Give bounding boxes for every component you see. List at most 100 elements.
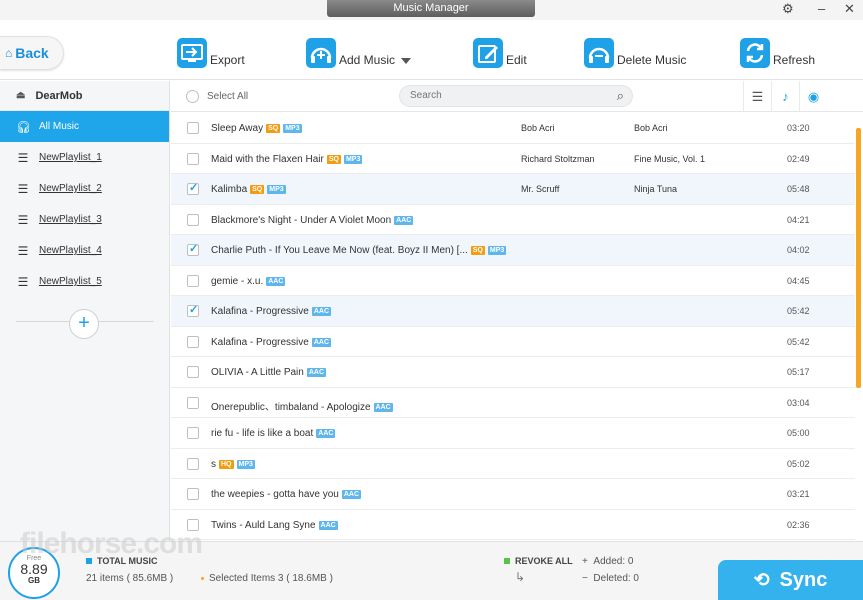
revoke-arrow-icon: ↳ — [515, 570, 526, 584]
song-title: Twins - Auld Lang Syne AAC — [211, 520, 338, 531]
table-row[interactable]: Twins - Auld Lang Syne AAC 02:36 — [171, 510, 855, 540]
table-row[interactable]: gemie - x.u. AAC 04:45 — [171, 266, 855, 296]
refresh-label: Refresh — [773, 53, 816, 67]
edit-button[interactable]: Edit — [473, 38, 527, 68]
row-checkbox[interactable] — [187, 335, 199, 348]
table-row[interactable]: OLIVIA - A Little Pain AAC 05:17 — [171, 357, 855, 388]
sidebar-item-newplaylist-2[interactable]: ☰ NewPlaylist_2 — [0, 173, 169, 204]
delete-music-button[interactable]: Delete Music — [584, 38, 686, 68]
row-checkbox[interactable] — [187, 122, 199, 134]
song-album: Ninja Tuna — [634, 184, 678, 194]
sync-button[interactable]: ⟲ Sync — [718, 560, 863, 600]
song-duration: 04:45 — [787, 275, 810, 286]
sidebar-item-all-music[interactable]: 🎧︎ All Music — [0, 111, 169, 142]
add-music-dropdown-icon[interactable] — [401, 58, 411, 64]
add-music-button[interactable]: Add Music — [306, 38, 395, 68]
table-row[interactable]: Blackmore's Night - Under A Violet Moon A… — [171, 205, 855, 235]
format-badge: MP3 — [267, 185, 286, 194]
sidebar-item-label: NewPlaylist_5 — [39, 276, 102, 287]
playlist-icon: ☰ — [17, 181, 29, 196]
table-row[interactable]: Charlie Puth - If You Leave Me Now (feat… — [171, 235, 855, 266]
song-duration: 05:48 — [787, 184, 810, 194]
song-title-text: rie fu - life is like a boat — [211, 428, 314, 439]
list-view-icon[interactable]: ☰ — [743, 81, 771, 112]
format-badge: AAC — [306, 368, 327, 377]
sidebar-item-newplaylist-4[interactable]: ☰ NewPlaylist_4 — [0, 235, 169, 266]
select-all[interactable]: Select All — [186, 90, 248, 103]
export-button[interactable]: Export — [177, 38, 245, 68]
row-checkbox[interactable] — [187, 488, 199, 500]
song-duration: 04:21 — [787, 214, 810, 225]
song-title-text: Kalafina - Progressive — [211, 306, 309, 317]
song-title-text: Maid with the Flaxen Hair — [211, 153, 324, 165]
song-duration: 03:20 — [787, 123, 810, 133]
selected-items-label: Selected Items 3 ( 18.6MB ) — [209, 573, 333, 584]
row-checkbox[interactable] — [187, 303, 199, 317]
format-badge: AAC — [394, 215, 414, 225]
song-title-text: s — [211, 458, 216, 470]
close-icon[interactable]: ✕ — [844, 2, 855, 16]
table-row[interactable]: Onerepublic、timbaland - Apologize AAC 03:0… — [171, 388, 855, 418]
song-duration: 05:02 — [787, 458, 810, 469]
selected-items: Selected Items 3 ( 18.6MB ) — [201, 573, 333, 584]
select-all-checkbox[interactable] — [186, 90, 199, 103]
search-icon[interactable]: ⌕ — [617, 88, 624, 104]
search-input[interactable] — [410, 90, 590, 101]
format-badge: AAC — [311, 337, 331, 347]
format-badge: AAC — [316, 429, 336, 438]
table-row[interactable]: rie fu - life is like a boat AAC 05:00 — [171, 418, 855, 449]
song-artist: Bob Acri — [521, 123, 555, 133]
format-badge: MP3 — [236, 459, 255, 469]
music-list: Sleep Away SQ MP3 Bob Acri Bob Acri 03:20 Maid… — [171, 113, 855, 541]
playlist-icon: ☰ — [17, 243, 29, 258]
song-album: Fine Music, Vol. 1 — [634, 153, 706, 164]
song-duration: 04:02 — [787, 245, 810, 255]
song-duration: 03:04 — [787, 397, 810, 408]
sidebar-item-label: NewPlaylist_4 — [39, 245, 102, 256]
device-header[interactable]: ⏏ DearMob — [0, 81, 169, 111]
settings-gear-icon[interactable]: ⚙ — [782, 2, 794, 16]
song-artist: Mr. Scruff — [521, 184, 560, 194]
table-row[interactable]: s HQ MP3 05:02 — [171, 449, 855, 479]
music-manager-window: Music Manager ⚙ – ✕ ⌂ Back Export Add Mu… — [0, 0, 863, 600]
table-row[interactable]: Maid with the Flaxen Hair SQ MP3 Richard St… — [171, 144, 855, 174]
song-title: the weepies - gotta have you AAC — [211, 489, 362, 500]
refresh-button[interactable]: Refresh — [740, 38, 815, 68]
selected-marker — [201, 577, 204, 580]
add-playlist-button[interactable]: + — [69, 309, 99, 339]
search-box[interactable]: ⌕ — [399, 85, 633, 107]
table-row[interactable]: Kalafina - ProgressiveAAC 05:42 — [171, 327, 855, 357]
sync-icon: ⟲ — [753, 570, 770, 591]
row-checkbox[interactable] — [187, 213, 199, 226]
row-checkbox[interactable] — [187, 396, 199, 409]
back-button[interactable]: ⌂ Back — [0, 36, 64, 70]
artist-view-icon[interactable]: ♪ — [771, 81, 799, 112]
minimize-icon[interactable]: – — [818, 2, 825, 16]
eject-icon[interactable]: ⏏ — [16, 90, 25, 101]
table-row[interactable]: KalimbaSQMP3 Mr. Scruff Ninja Tuna 05:48 — [171, 174, 855, 205]
table-row[interactable]: Sleep Away SQ MP3 Bob Acri Bob Acri 03:20 — [171, 113, 855, 144]
row-checkbox[interactable] — [187, 181, 199, 195]
row-checkbox[interactable] — [187, 457, 199, 470]
sidebar-item-label: All Music — [39, 121, 80, 132]
playlist-icon: ☰ — [17, 274, 29, 289]
row-checkbox[interactable] — [187, 242, 199, 256]
table-row[interactable]: Kalafina - ProgressiveAAC 05:42 — [171, 296, 855, 327]
title-bar: Music Manager ⚙ – ✕ — [0, 0, 863, 20]
playlist-icon: ☰ — [17, 212, 29, 227]
album-view-icon[interactable]: ◉ — [799, 81, 827, 112]
table-row[interactable]: the weepies - gotta have you AAC 03:21 — [171, 479, 855, 510]
sidebar-item-newplaylist-1[interactable]: ☰ NewPlaylist_1 — [0, 142, 169, 173]
sidebar-item-newplaylist-3[interactable]: ☰ NewPlaylist_3 — [0, 204, 169, 235]
row-checkbox[interactable] — [187, 152, 199, 165]
row-checkbox[interactable] — [187, 427, 199, 439]
row-checkbox[interactable] — [187, 274, 199, 287]
song-duration: 02:49 — [787, 153, 810, 164]
window-title: Music Manager — [327, 0, 535, 17]
row-checkbox[interactable] — [187, 366, 199, 378]
song-title: s HQ MP3 — [211, 459, 255, 470]
device-name: DearMob — [35, 89, 83, 102]
sidebar-item-newplaylist-5[interactable]: ☰ NewPlaylist_5 — [0, 266, 169, 297]
revoke-all-button[interactable]: REVOKE ALL — [504, 556, 573, 566]
scrollbar[interactable] — [856, 128, 861, 388]
